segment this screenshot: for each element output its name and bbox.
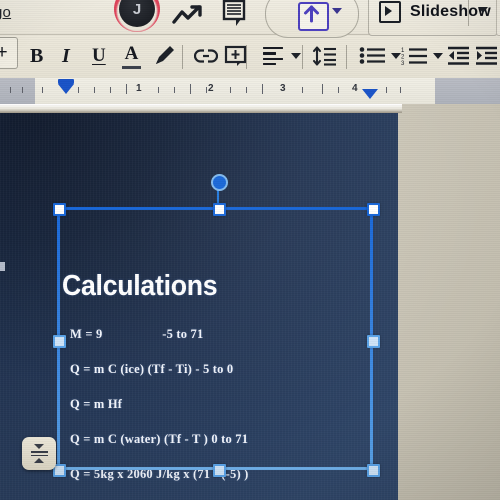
toolbar-divider-2 bbox=[246, 45, 247, 69]
underline-label: U bbox=[92, 45, 106, 66]
text-color-button[interactable]: A bbox=[122, 41, 141, 71]
line-spacing-icon[interactable] bbox=[312, 41, 338, 71]
slideshow-divider bbox=[468, 0, 469, 26]
decrease-indent-icon[interactable] bbox=[448, 41, 470, 71]
slideshow-button[interactable]: Slideshow bbox=[368, 0, 498, 36]
trend-chart-icon[interactable] bbox=[172, 4, 204, 28]
toolbar-divider-1 bbox=[182, 45, 183, 69]
numbered-list-icon[interactable]: 1 2 3 bbox=[400, 41, 430, 71]
horizontal-ruler[interactable]: 1 2 3 4 bbox=[0, 78, 500, 104]
handle-top-right[interactable] bbox=[367, 203, 380, 216]
add-button[interactable]: + bbox=[0, 37, 18, 69]
ruler-number-4: 4 bbox=[352, 83, 358, 94]
avatar[interactable]: J bbox=[114, 0, 160, 32]
text-color-swatch bbox=[122, 66, 141, 69]
line-spacing-popup-button[interactable] bbox=[22, 437, 56, 470]
svg-text:2: 2 bbox=[401, 55, 405, 61]
align-lines bbox=[263, 46, 283, 66]
handle-top-center[interactable] bbox=[213, 203, 226, 216]
ruler-number-3: 3 bbox=[280, 83, 286, 94]
underline-button[interactable]: U bbox=[92, 41, 106, 71]
handle-middle-right[interactable] bbox=[367, 335, 380, 348]
right-indent-marker[interactable] bbox=[362, 89, 378, 99]
toolbar-divider-3 bbox=[302, 45, 303, 69]
play-box-icon bbox=[379, 1, 401, 23]
handle-top-left[interactable] bbox=[53, 203, 66, 216]
ruler-number-1: 1 bbox=[136, 83, 142, 94]
bold-button[interactable]: B bbox=[30, 41, 43, 71]
handle-bottom-center[interactable] bbox=[213, 464, 226, 477]
slide-top-edge bbox=[0, 104, 402, 113]
toolbar-divider-4 bbox=[346, 45, 347, 69]
link-icon[interactable] bbox=[194, 41, 218, 71]
italic-label: I bbox=[62, 44, 70, 67]
bold-label: B bbox=[30, 44, 44, 67]
text-color-label: A bbox=[124, 43, 139, 64]
ruler-number-2: 2 bbox=[208, 83, 214, 94]
svg-text:3: 3 bbox=[401, 61, 405, 66]
align-caret-icon[interactable] bbox=[290, 41, 302, 71]
highlight-pen-icon[interactable] bbox=[152, 41, 178, 71]
handle-middle-left[interactable] bbox=[53, 335, 66, 348]
add-button-label: + bbox=[0, 42, 8, 63]
slideshow-caret-icon[interactable] bbox=[478, 7, 488, 13]
toolbar-overflow-sliver[interactable] bbox=[496, 0, 500, 36]
increase-indent-icon[interactable] bbox=[476, 41, 498, 71]
share-upload-icon[interactable] bbox=[298, 2, 329, 31]
numbered-list-caret-icon[interactable] bbox=[432, 41, 444, 71]
comment-box-icon[interactable] bbox=[224, 41, 248, 71]
italic-button[interactable]: I bbox=[62, 41, 70, 71]
rotation-handle[interactable] bbox=[211, 174, 228, 191]
spacing-line bbox=[30, 450, 48, 453]
textbox-selection-frame[interactable] bbox=[53, 174, 380, 477]
caret-up-icon bbox=[34, 458, 44, 464]
screen-artifact bbox=[0, 262, 5, 271]
comment-icon[interactable] bbox=[222, 0, 248, 28]
bulleted-list-icon[interactable] bbox=[358, 41, 388, 71]
menu-partial-label[interactable]: go bbox=[0, 4, 11, 21]
app-root: go J bbox=[0, 0, 500, 500]
align-left-icon[interactable] bbox=[258, 41, 288, 71]
format-toolbar: + B I U A 1 2 3 bbox=[0, 35, 500, 78]
svg-text:1: 1 bbox=[401, 48, 405, 54]
menu-partial-text: go bbox=[0, 4, 12, 21]
spacing-line bbox=[30, 454, 48, 457]
share-caret-icon[interactable] bbox=[332, 8, 342, 14]
handle-bottom-right[interactable] bbox=[367, 464, 380, 477]
caret-down-icon bbox=[34, 443, 44, 449]
left-indent-marker[interactable] bbox=[58, 84, 74, 94]
